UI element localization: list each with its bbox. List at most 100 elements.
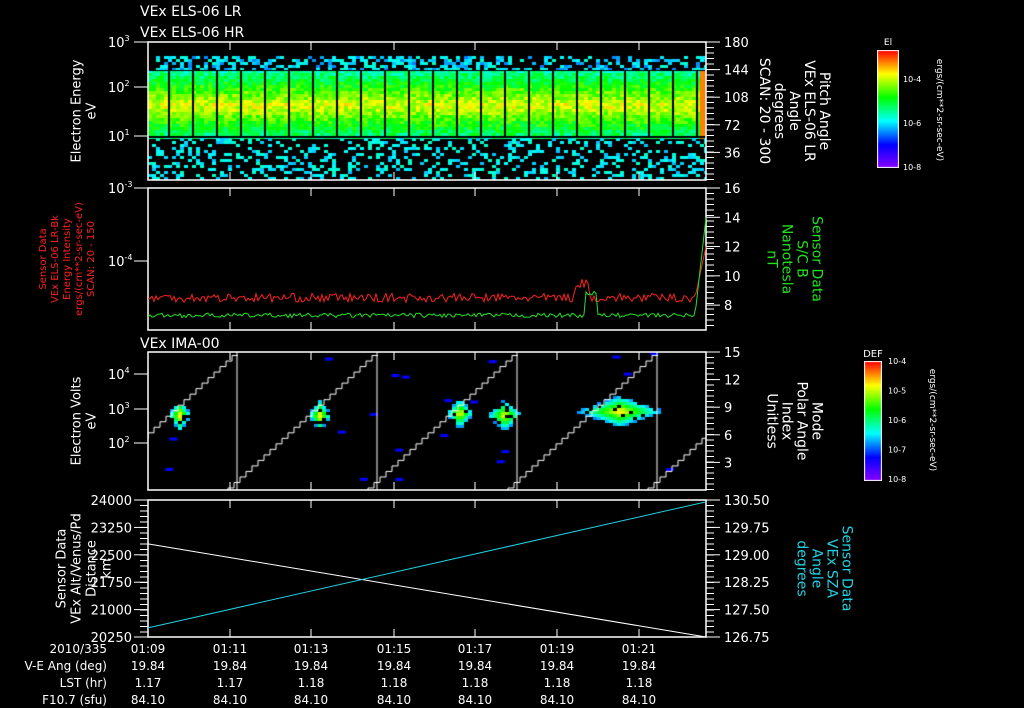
right-axis-label: Unitless	[764, 393, 780, 449]
right-axis-label: Angle	[786, 91, 802, 131]
right-tick-label: 12	[724, 374, 741, 389]
x-row-value: 01:17	[458, 642, 493, 656]
right-tick-label: 127.50	[724, 604, 770, 619]
x-row-value: 84.10	[213, 693, 247, 707]
x-row-label: 2010/335	[50, 642, 108, 656]
right-tick-label: 108	[724, 91, 749, 106]
x-row-value: 19.84	[540, 659, 574, 673]
left-axis-label: km	[100, 558, 115, 578]
right-tick-label: 3	[724, 456, 732, 471]
x-row-value: 1.18	[298, 676, 325, 690]
right-axis-label: Nanotesla	[779, 224, 795, 294]
right-tick-label: 9	[724, 401, 732, 416]
x-row-value: 01:19	[540, 642, 575, 656]
x-row-value: 84.10	[131, 693, 165, 707]
x-row-value: 01:13	[294, 642, 329, 656]
panel-frame-1	[147, 41, 707, 181]
x-row-label: F10.7 (sfu)	[42, 693, 107, 707]
x-row-value: 1.18	[381, 676, 408, 690]
title-els-lr: VEx ELS-06 LR	[140, 4, 242, 20]
right-tick-label: 16	[724, 182, 741, 197]
colorbar-unit: ergs/(cm**2-sr-sec-eV)	[934, 59, 944, 161]
title-els-hr: VEx ELS-06 HR	[140, 25, 245, 41]
colorbar-tick-label: 10-4	[903, 75, 921, 84]
right-tick-label: 72	[724, 119, 741, 134]
left-tick-label: 101	[108, 128, 130, 145]
left-tick-label: 24000	[91, 494, 132, 509]
right-axis-label: VEx SZA	[824, 539, 840, 599]
left-axis-label: Distance	[85, 540, 100, 597]
series-line-s-c-b	[147, 217, 707, 319]
altitude-line	[147, 543, 707, 638]
x-row-value: 01:11	[213, 642, 248, 656]
right-tick-label: 128.25	[724, 576, 770, 591]
left-tick-label: 23250	[91, 521, 132, 536]
colorbar-tick-label: 10-8	[903, 163, 921, 172]
left-tick-label: 102	[108, 435, 130, 452]
left-axis-label: Electron Volts	[70, 376, 85, 465]
colorbar-title: DEF	[863, 349, 883, 360]
right-tick-label: 10	[724, 270, 741, 285]
right-tick-label: 12	[724, 241, 741, 256]
colorbar-tick-label: 10-6	[888, 416, 906, 425]
right-axis-label: Sensor Data	[839, 526, 855, 612]
right-axis-label: Angle	[809, 549, 825, 589]
right-axis-label: SCAN: 20 - 300	[756, 58, 772, 164]
colorbar-tick-label: 10-6	[903, 119, 921, 128]
right-axis-label: nT	[764, 250, 780, 268]
left-axis-label: eV	[85, 412, 100, 429]
x-row-value: 01:15	[377, 642, 412, 656]
x-row-value: 84.10	[458, 693, 492, 707]
right-axis-label: VEx ELS-06 LR	[801, 60, 817, 162]
x-row-value: 84.10	[540, 693, 574, 707]
right-axis-label: degrees	[794, 540, 810, 596]
x-row-value: 19.84	[131, 659, 165, 673]
x-row-value: 1.18	[626, 676, 653, 690]
x-row-value: 19.84	[458, 659, 492, 673]
right-axis-label: Pitch Angle	[816, 72, 832, 150]
right-axis-label: Sensor Data	[809, 216, 825, 302]
left-axis-label: eV	[85, 102, 100, 119]
right-axis-label: Polar Angle	[794, 381, 810, 460]
x-row-value: 01:09	[131, 642, 166, 656]
right-tick-label: 15	[724, 346, 741, 361]
left-axis-label: Energy Intensity	[62, 218, 73, 300]
x-row-value: 19.84	[213, 659, 247, 673]
title-ima: VEx IMA-00	[140, 336, 220, 352]
right-tick-label: 130.50	[724, 494, 770, 509]
right-axis-label: degrees	[771, 83, 787, 139]
right-tick-label: 8	[724, 299, 732, 314]
x-row-label: V-E Ang (deg)	[25, 659, 107, 673]
right-tick-label: 14	[724, 211, 741, 226]
panel-frame-2	[147, 187, 707, 331]
x-row-value: 1.17	[217, 676, 244, 690]
x-row-value: 19.84	[622, 659, 656, 673]
colorbar-tick-label: 10-5	[888, 387, 906, 396]
left-tick-label: 104	[108, 366, 130, 383]
colorbar-unit: ergs/(cm**2-sr-sec-eV)	[927, 369, 937, 471]
colorbar-tick-label: 10-4	[888, 357, 906, 366]
left-axis-label: Sensor Data	[55, 529, 70, 609]
plot-svg: VEx ELS-06 LR VEx ELS-06 HR VEx IMA-00 1…	[25, 4, 944, 707]
x-row-value: 84.10	[622, 693, 656, 707]
right-tick-label: 144	[724, 64, 749, 79]
right-tick-label: 180	[724, 36, 749, 51]
right-tick-label: 36	[724, 146, 741, 161]
panel-frame-3	[147, 351, 707, 491]
right-tick-label: 129.75	[724, 521, 770, 536]
left-tick-label: 10-4	[108, 253, 133, 270]
left-axis-label: Electron Energy	[70, 59, 85, 162]
colorbar-tick-label: 10-7	[888, 446, 906, 455]
right-tick-label: 126.75	[724, 631, 770, 646]
right-axis-label: Index	[779, 402, 795, 441]
x-row-value: 1.18	[462, 676, 489, 690]
series-line-energy-intensity	[147, 246, 707, 304]
colorbar-tick-label: 10-8	[888, 475, 906, 484]
x-row-value: 84.10	[294, 693, 328, 707]
left-axis-label: SCAN: 20 - 150	[86, 221, 97, 297]
left-tick-label: 102	[108, 79, 130, 96]
x-row-value: 84.10	[377, 693, 411, 707]
sza-line	[147, 501, 707, 629]
right-axis-label: S/C B	[794, 240, 810, 277]
left-axis-label: Sensor Data	[38, 228, 49, 289]
